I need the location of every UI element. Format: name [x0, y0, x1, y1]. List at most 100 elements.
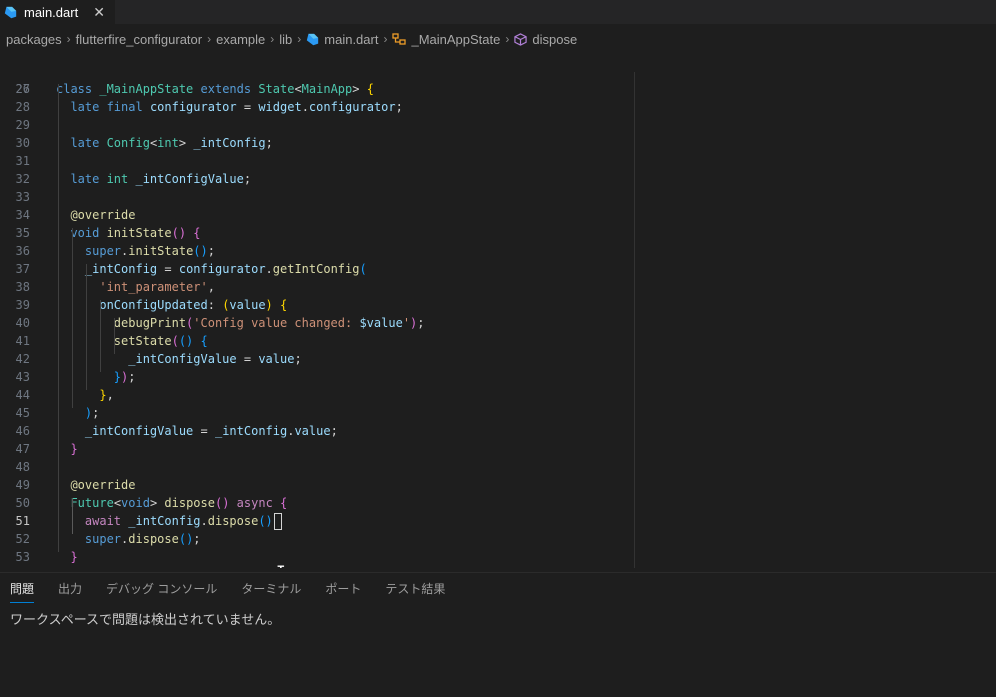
code-line: 54: [0, 566, 996, 568]
tab-debug-console[interactable]: デバッグ コンソール: [106, 573, 229, 603]
code-line: 36 super.initState();: [0, 242, 996, 260]
line-number: 50: [15, 496, 30, 510]
code-line: 31: [0, 152, 996, 170]
line-number: 49: [15, 478, 30, 492]
tab-ports[interactable]: ポート: [325, 573, 373, 603]
line-number: 34: [15, 208, 30, 222]
line-number: 37: [15, 262, 30, 276]
chevron-right-icon: ›: [270, 32, 275, 46]
line-number: 42: [15, 352, 30, 366]
code-text: _intConfigValue = _intConfig.value;: [84, 424, 338, 438]
code-text: late Config<int> _intConfig;: [70, 136, 273, 150]
code-text: super.dispose();: [84, 532, 201, 546]
code-text: });: [113, 370, 136, 384]
text-cursor-icon: 𝙸: [276, 562, 286, 568]
breadcrumb: packages › flutterfire_configurator › ex…: [0, 28, 996, 50]
line-number: 29: [15, 118, 30, 132]
code-line: 43 });: [0, 368, 996, 386]
line-number: 47: [15, 442, 30, 456]
code-text: _intConfig = configurator.getIntConfig(: [84, 262, 367, 276]
panel-tabs: 問題 出力 デバッグ コンソール ターミナル ポート テスト結果: [0, 573, 996, 603]
code-line: 41 setState(() {: [0, 332, 996, 350]
code-text: late int _intConfigValue;: [70, 172, 252, 186]
line-number: 30: [15, 136, 30, 150]
line-number: 27: [15, 82, 30, 96]
dart-file-icon: [4, 6, 17, 18]
code-line: 27 class _MainAppState extends State<Main…: [0, 80, 996, 98]
breadcrumb-item-lib[interactable]: lib: [279, 32, 292, 47]
chevron-right-icon: ›: [207, 32, 212, 46]
tab-problems[interactable]: 問題: [10, 573, 46, 603]
chevron-right-icon: ›: [505, 32, 510, 46]
editor-tab-bar: main.dart ✕: [0, 0, 996, 24]
code-line: 45 );: [0, 404, 996, 422]
code-line: 44 },: [0, 386, 996, 404]
code-text: }: [70, 442, 78, 456]
line-number: 36: [15, 244, 30, 258]
code-line: 35 void initState() {: [0, 224, 996, 242]
line-number: 41: [15, 334, 30, 348]
breadcrumb-item-example[interactable]: example: [216, 32, 265, 47]
text-caret: [273, 513, 282, 530]
indent-guide: [72, 228, 73, 408]
line-number: 45: [15, 406, 30, 420]
tab-output[interactable]: 出力: [58, 573, 94, 603]
line-number: 31: [15, 154, 30, 168]
code-line: 53 }: [0, 548, 996, 566]
code-line: 32 late int _intConfigValue;: [0, 170, 996, 188]
code-line: 33: [0, 188, 996, 206]
line-number: 40: [15, 316, 30, 330]
code-text: super.initState();: [84, 244, 215, 258]
bottom-panel: 問題 出力 デバッグ コンソール ターミナル ポート テスト結果 ワークスペース…: [0, 572, 996, 697]
code-text: },: [99, 388, 114, 402]
indent-guide: [86, 264, 87, 390]
code-text: onConfigUpdated: (value) {: [99, 298, 288, 312]
line-number: 35: [15, 226, 30, 240]
tab-test-results[interactable]: テスト結果: [385, 573, 457, 603]
code-text: 'int_parameter',: [99, 280, 215, 294]
line-number: 44: [15, 388, 30, 402]
breadcrumb-item-class[interactable]: _MainAppState: [392, 32, 500, 47]
code-line: 50 Future<void> dispose() async {: [0, 494, 996, 512]
code-line: 46 _intConfigValue = _intConfig.value;: [0, 422, 996, 440]
code-line: 34 @override: [0, 206, 996, 224]
code-line: 48: [0, 458, 996, 476]
breadcrumb-item-method[interactable]: dispose: [514, 32, 577, 47]
code-line: 49 @override: [0, 476, 996, 494]
code-text: debugPrint('Config value changed: $value…: [113, 316, 425, 330]
code-text: @override: [70, 208, 136, 222]
line-number: 39: [15, 298, 30, 312]
tab-terminal[interactable]: ターミナル: [241, 573, 313, 603]
close-icon[interactable]: ✕: [93, 5, 105, 19]
indent-guide: [72, 498, 73, 534]
code-line: 38 'int_parameter',: [0, 278, 996, 296]
line-number: 43: [15, 370, 30, 384]
code-line: 42 _intConfigValue = value;: [0, 350, 996, 368]
code-line: 26: [0, 72, 996, 96]
line-number: 48: [15, 460, 30, 474]
tab-label: main.dart: [24, 4, 79, 20]
code-text: }: [70, 550, 78, 564]
code-text: Future<void> dispose() async {: [70, 496, 288, 510]
class-symbol-icon: [392, 33, 407, 45]
breadcrumb-item-package[interactable]: flutterfire_configurator: [76, 32, 202, 47]
line-number: 53: [15, 550, 30, 564]
line-number: 52: [15, 532, 30, 546]
breadcrumb-item-packages[interactable]: packages: [6, 32, 62, 47]
code-line: 40 debugPrint('Config value changed: $va…: [0, 314, 996, 332]
code-editor[interactable]: 26 27 class _MainAppState extends State<M…: [0, 72, 996, 568]
line-number: 54: [0, 566, 30, 568]
line-number: 33: [15, 190, 30, 204]
breadcrumb-item-file[interactable]: main.dart: [306, 32, 378, 47]
code-text: setState(() {: [113, 334, 208, 348]
code-line: 39 onConfigUpdated: (value) {: [0, 296, 996, 314]
code-line: 51 await _intConfig.dispose(): [0, 512, 996, 530]
code-text: void initState() {: [70, 226, 201, 240]
code-line: 28 late final configurator = widget.conf…: [0, 98, 996, 116]
code-line: 29: [0, 116, 996, 134]
indent-guide: [58, 84, 59, 552]
method-symbol-icon: [514, 32, 528, 46]
line-number: 38: [15, 280, 30, 294]
tab-main-dart[interactable]: main.dart ✕: [0, 0, 115, 24]
code-line: 52 super.dispose();: [0, 530, 996, 548]
